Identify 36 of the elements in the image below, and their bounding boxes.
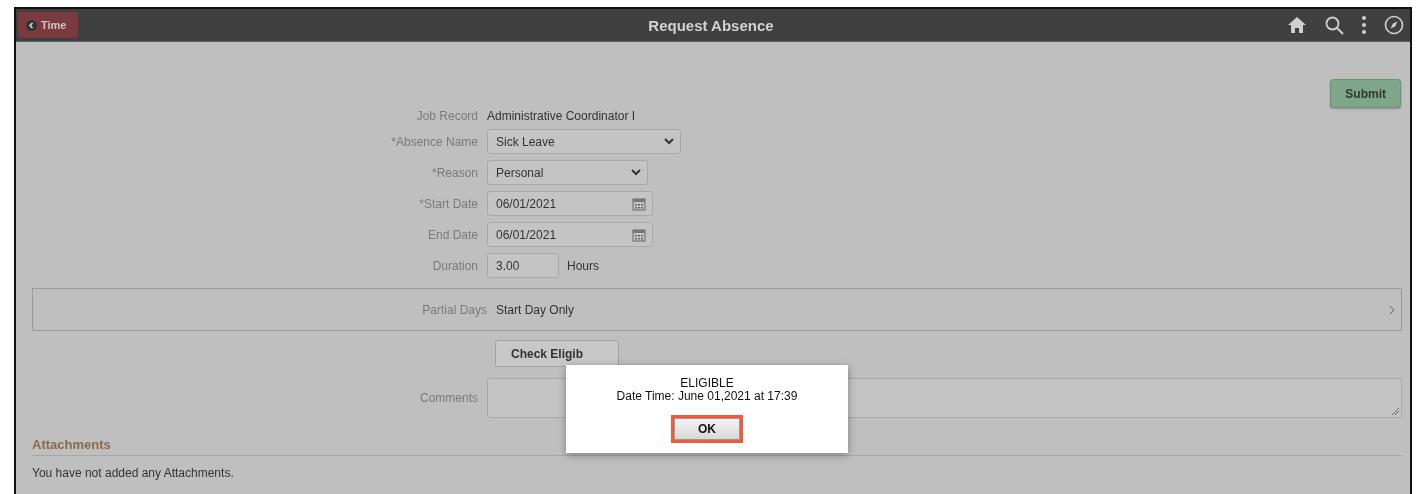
check-eligibility-button[interactable]: Check Eligib xyxy=(495,340,619,367)
date-field[interactable]: 06/01/2021 xyxy=(487,222,653,247)
date-field[interactable]: 06/01/2021 xyxy=(487,191,653,216)
submit-button[interactable]: Submit xyxy=(1330,79,1401,108)
field-label: *Start Date xyxy=(419,196,478,211)
chevron-right-icon xyxy=(1389,304,1395,315)
field-label: Job Record xyxy=(416,109,478,123)
ok-button[interactable]: OK xyxy=(674,418,740,440)
dialog-status: ELIGIBLE xyxy=(680,377,734,390)
resize-handle-icon[interactable] xyxy=(1391,407,1399,415)
page-title: Request Absence xyxy=(648,16,774,34)
field-value: Start Day Only xyxy=(496,302,576,317)
chevron-down-icon xyxy=(631,169,641,176)
select-field[interactable]: Sick Leave xyxy=(487,129,681,154)
chevron-down-icon xyxy=(664,138,674,145)
field-label: *Reason xyxy=(431,165,478,180)
field-label: End Date xyxy=(427,227,478,242)
back-button[interactable]: Time xyxy=(18,12,79,38)
field-label: Comments xyxy=(420,391,478,405)
field-label: Partial Days xyxy=(422,302,487,317)
more-icon[interactable] xyxy=(1362,16,1366,34)
unit-label: Hours xyxy=(567,258,599,273)
compass-icon[interactable] xyxy=(1384,15,1404,35)
dialog-detail: Date Time: June 01,2021 at 17:39 xyxy=(616,390,798,403)
select-field[interactable]: Personal xyxy=(487,160,648,185)
input-field[interactable]: 3.00 xyxy=(487,253,559,278)
home-icon[interactable] xyxy=(1287,16,1307,34)
field-label: *Absence Name xyxy=(391,134,478,149)
field-label: Duration xyxy=(432,258,478,273)
calendar-icon[interactable] xyxy=(632,227,646,242)
field-value: Administrative Coordinator I xyxy=(487,109,637,123)
chevron-left-icon xyxy=(26,19,37,31)
search-icon[interactable] xyxy=(1325,15,1344,35)
partial-days-row[interactable]: Partial Days Start Day Only xyxy=(32,288,1402,331)
calendar-icon[interactable] xyxy=(632,196,646,211)
empty-message: You have not added any Attachments. xyxy=(32,466,235,480)
